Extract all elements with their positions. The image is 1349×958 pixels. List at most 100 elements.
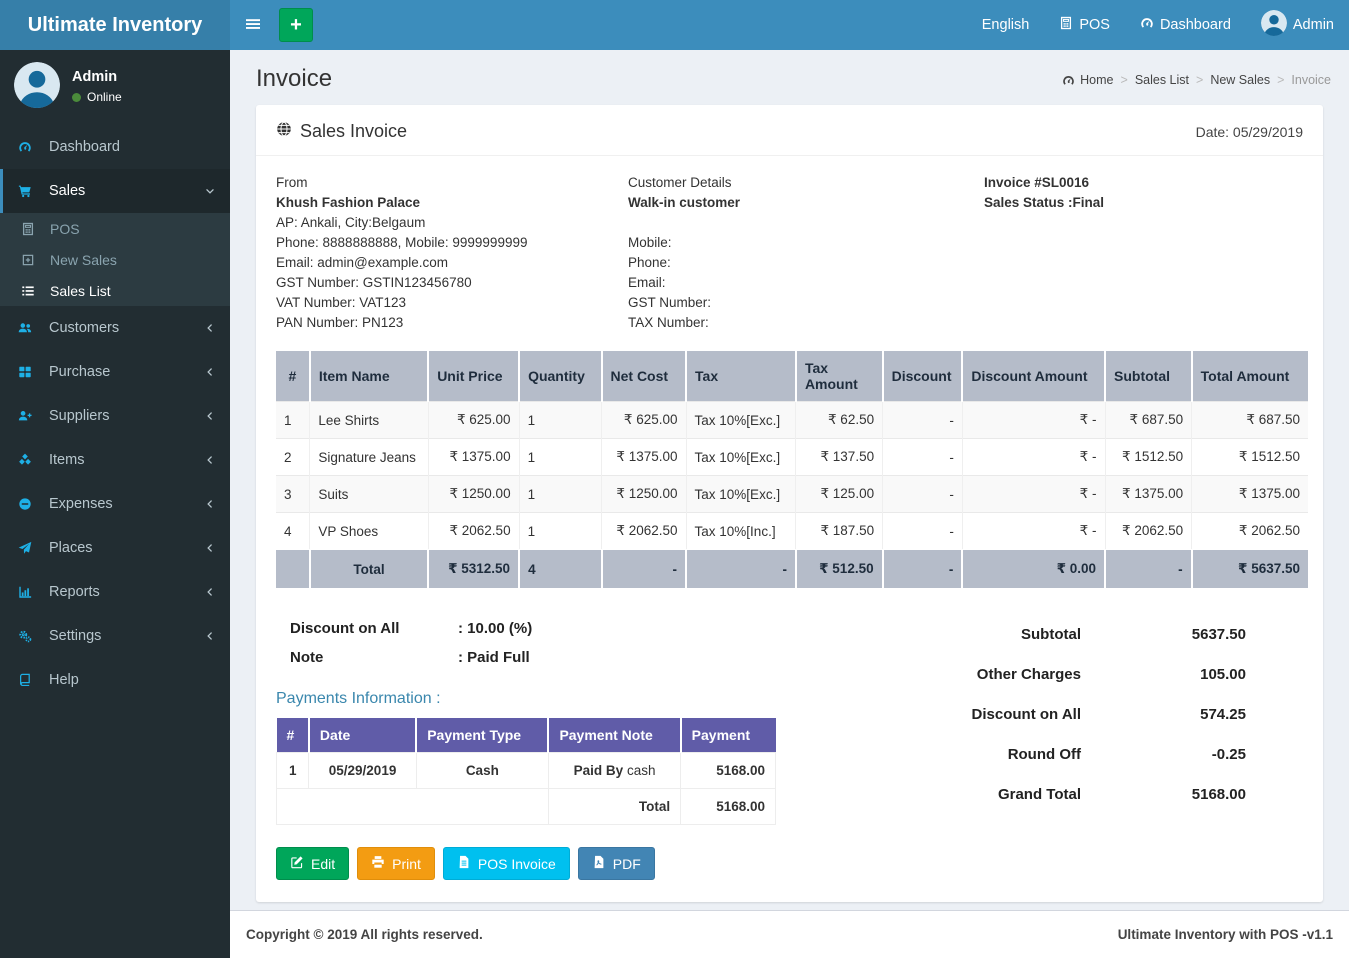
edit-button[interactable]: Edit (276, 847, 349, 880)
breadcrumb-sales-list[interactable]: Sales List (1114, 73, 1190, 87)
sidebar-item-customers[interactable]: Customers (0, 306, 230, 350)
top-navbar: Ultimate Inventory + English POS Dashboa… (0, 0, 1349, 50)
online-label: Online (87, 90, 122, 104)
plus-icon: + (290, 14, 302, 37)
copyright-text: Copyright © 2019 All rights reserved. (246, 927, 483, 942)
breadcrumb: Home Sales List New Sales Invoice (1062, 73, 1331, 87)
sidebar-item-pos[interactable]: POS (0, 213, 230, 244)
navbar-right: English POS Dashboard Admin (967, 0, 1349, 50)
dashboard-icon (1062, 74, 1075, 87)
breadcrumb-invoice: Invoice (1270, 73, 1331, 87)
sidebar-item-sales[interactable]: Sales (0, 169, 230, 213)
sidebar-menu: Dashboard Sales POS New Sales Sales L (0, 125, 230, 702)
col-header: # (277, 718, 309, 753)
nav-pos-link[interactable]: POS (1044, 0, 1125, 50)
pos-invoice-button[interactable]: POS Invoice (443, 847, 570, 880)
avatar (1261, 10, 1287, 40)
pdf-button[interactable]: PDF (578, 847, 655, 880)
sidebar-item-sales-list[interactable]: Sales List (0, 275, 230, 306)
chevron-left-icon (205, 367, 215, 377)
customer-phone: Phone: (628, 253, 984, 273)
customer-email: Email: (628, 273, 984, 293)
breadcrumb-new-sales[interactable]: New Sales (1189, 73, 1270, 87)
sidebar-item-help[interactable]: Help (0, 658, 230, 702)
list-icon (21, 284, 44, 298)
payments-table: # Date Payment Type Payment Note Payment… (276, 718, 776, 825)
invoice-meta-block: Invoice #SL0016 Sales Status :Final (984, 173, 1303, 333)
user-name: Admin (72, 69, 122, 85)
footer: Copyright © 2019 All rights reserved. Ul… (230, 910, 1349, 958)
table-row: 2 Signature Jeans ₹ 1375.00 1 ₹ 1375.00 … (276, 439, 1308, 476)
dashboard-label: Dashboard (1160, 17, 1231, 33)
summary-subtotal: Subtotal 5637.50 (972, 614, 1246, 654)
col-header: Quantity (519, 351, 601, 402)
sidebar-item-new-sales[interactable]: New Sales (0, 244, 230, 275)
sidebar-item-label: Expenses (49, 496, 113, 512)
sidebar-item-items[interactable]: Items (0, 438, 230, 482)
sidebar-item-reports[interactable]: Reports (0, 570, 230, 614)
users-icon (18, 321, 42, 335)
from-name: Khush Fashion Palace (276, 193, 628, 213)
from-phone: Phone: 8888888888, Mobile: 9999999999 (276, 233, 628, 253)
sidebar-item-purchase[interactable]: Purchase (0, 350, 230, 394)
language-label: English (982, 17, 1030, 33)
summary-other-charges: Other Charges 105.00 (972, 654, 1246, 694)
from-heading: From (276, 173, 628, 193)
col-header: Discount (883, 351, 963, 402)
calculator-icon (1059, 16, 1073, 34)
customer-block: Customer Details Walk-in customer Mobile… (628, 173, 984, 333)
discount-on-all-value: : 10.00 (%) (458, 618, 532, 639)
invoice-card: Sales Invoice Date: 05/29/2019 From Khus… (256, 105, 1323, 902)
user-menu[interactable]: Admin (1246, 0, 1349, 50)
nav-dashboard-link[interactable]: Dashboard (1125, 0, 1246, 50)
content-wrapper: Invoice Home Sales List New Sales Invoic… (230, 50, 1349, 958)
from-vat: VAT Number: VAT123 (276, 293, 628, 313)
invoice-title-row: Sales Invoice (276, 121, 407, 142)
breadcrumb-home[interactable]: Home (1062, 73, 1113, 87)
calculator-icon (21, 222, 44, 236)
file-pdf-icon (592, 855, 606, 872)
sidebar-item-suppliers[interactable]: Suppliers (0, 394, 230, 438)
book-icon (18, 673, 42, 687)
page-title: Invoice (256, 65, 332, 93)
col-header: Tax Amount (796, 351, 883, 402)
discount-on-all-label: Discount on All (290, 618, 458, 639)
note-label: Note (290, 647, 458, 668)
sidebar-item-settings[interactable]: Settings (0, 614, 230, 658)
paper-plane-icon (18, 541, 42, 555)
invoice-number: Invoice #SL0016 (984, 173, 1303, 193)
payment-note-cell: Paid By cash (548, 753, 680, 789)
invoice-bottom: Discount on All : 10.00 (%) Note : Paid … (256, 588, 1323, 880)
sidebar-item-label: Reports (49, 584, 100, 600)
print-button[interactable]: Print (357, 847, 435, 880)
chevron-left-icon (205, 587, 215, 597)
invoice-bottom-left: Discount on All : 10.00 (%) Note : Paid … (276, 610, 776, 880)
col-header: Payment Note (548, 718, 680, 753)
col-header: Unit Price (428, 351, 519, 402)
brand-logo[interactable]: Ultimate Inventory (0, 0, 230, 50)
col-header: Payment (681, 718, 776, 753)
language-menu[interactable]: English (967, 0, 1045, 50)
col-header: Item Name (310, 351, 428, 402)
customer-heading: Customer Details (628, 173, 984, 193)
hamburger-icon (245, 16, 261, 35)
user-panel: Admin Online (0, 50, 230, 125)
add-button[interactable]: + (279, 8, 313, 42)
sidebar-item-label: Sales List (50, 283, 111, 299)
sidebar-item-places[interactable]: Places (0, 526, 230, 570)
dashboard-icon (1140, 16, 1154, 34)
from-gst: GST Number: GSTIN123456780 (276, 273, 628, 293)
sidebar-toggle-button[interactable] (230, 0, 275, 50)
file-icon (457, 855, 471, 872)
customer-tax: TAX Number: (628, 313, 984, 333)
dashboard-icon (18, 140, 42, 154)
note-row: Note : Paid Full (290, 647, 776, 668)
sidebar-item-dashboard[interactable]: Dashboard (0, 125, 230, 169)
invoice-title: Sales Invoice (300, 121, 407, 142)
chevron-left-icon (205, 543, 215, 553)
sidebar-item-expenses[interactable]: Expenses (0, 482, 230, 526)
summary-grand-total: Grand Total 5168.00 (972, 774, 1246, 814)
discount-on-all-row: Discount on All : 10.00 (%) (290, 618, 776, 639)
from-pan: PAN Number: PN123 (276, 313, 628, 333)
invoice-card-header: Sales Invoice Date: 05/29/2019 (256, 105, 1323, 156)
